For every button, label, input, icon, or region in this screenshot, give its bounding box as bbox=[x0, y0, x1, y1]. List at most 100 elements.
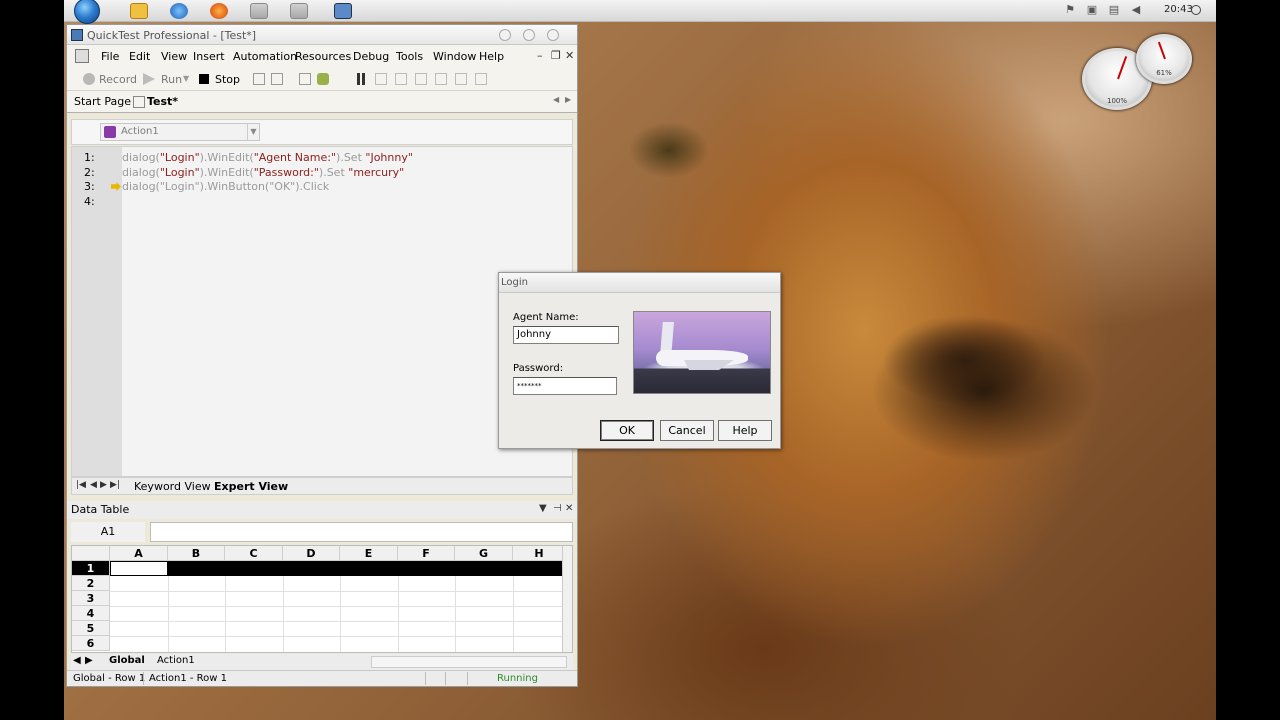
object-repository-icon[interactable] bbox=[317, 73, 329, 85]
row-header[interactable]: 5 bbox=[72, 621, 110, 636]
cancel-button[interactable]: Cancel bbox=[660, 420, 714, 441]
power-icon[interactable] bbox=[1191, 5, 1201, 15]
sheet-tab-global[interactable]: Global bbox=[109, 655, 145, 666]
cpu-needle bbox=[1117, 56, 1128, 80]
flag-tray-icon[interactable]: ⚑ bbox=[1064, 3, 1076, 17]
tab-prev-icon[interactable]: ◀ bbox=[553, 95, 559, 104]
menu-insert[interactable]: Insert bbox=[193, 50, 225, 63]
column-header[interactable]: H bbox=[513, 546, 566, 561]
stop-icon[interactable] bbox=[199, 74, 209, 84]
menu-window[interactable]: Window bbox=[433, 50, 476, 63]
code-line[interactable]: dialog("Login").WinEdit("Agent Name:").S… bbox=[122, 151, 413, 164]
pin-icon[interactable]: ⊣ bbox=[553, 503, 562, 514]
next-icon[interactable]: ▶ bbox=[100, 480, 107, 490]
breakpoint-icon[interactable] bbox=[435, 73, 447, 85]
record-button[interactable]: Record bbox=[99, 73, 137, 86]
menu-edit[interactable]: Edit bbox=[129, 50, 150, 63]
menu-icon[interactable] bbox=[75, 49, 89, 63]
code-line[interactable]: dialog("Login").WinButton("OK").Click bbox=[122, 180, 329, 193]
qtp-title-bar[interactable]: QuickTest Professional - [Test*] bbox=[67, 25, 577, 45]
network-app-icon[interactable] bbox=[334, 3, 352, 19]
menu-resources[interactable]: Resources bbox=[295, 50, 351, 63]
record-icon[interactable] bbox=[83, 73, 95, 85]
column-header[interactable]: B bbox=[168, 546, 225, 561]
mdi-minimize-icon[interactable]: – bbox=[537, 49, 543, 62]
explorer-icon[interactable] bbox=[130, 3, 148, 19]
dropdown-icon[interactable]: ▼ bbox=[539, 503, 547, 514]
column-header[interactable]: G bbox=[455, 546, 513, 561]
login-title-bar[interactable]: Login bbox=[499, 273, 780, 293]
data-grid[interactable]: A B C D E F G H 1 2 3 4 5 6 bbox=[71, 545, 573, 653]
maximize-button[interactable] bbox=[523, 29, 535, 41]
ram-meter-gadget[interactable]: 61% bbox=[1136, 34, 1192, 84]
column-header[interactable]: E bbox=[340, 546, 398, 561]
password-input[interactable]: ******* bbox=[513, 377, 617, 395]
active-cell[interactable] bbox=[110, 561, 168, 576]
sheet-nav-next-icon[interactable]: ▶ bbox=[85, 655, 93, 666]
action-combo[interactable]: Action1 ▼ bbox=[100, 123, 260, 141]
clear-breakpoints-icon[interactable] bbox=[455, 73, 467, 85]
column-header[interactable]: F bbox=[398, 546, 455, 561]
stop-button[interactable]: Stop bbox=[215, 73, 240, 86]
tab-expert-view[interactable]: Expert View bbox=[214, 480, 288, 493]
step-over-icon[interactable] bbox=[395, 73, 407, 85]
volume-tray-icon[interactable]: ◀ bbox=[1130, 3, 1142, 17]
menu-help[interactable]: Help bbox=[479, 50, 504, 63]
monitor-tray-icon[interactable]: ▤ bbox=[1108, 3, 1120, 17]
minimize-button[interactable] bbox=[499, 29, 511, 41]
network-tray-icon[interactable]: ▣ bbox=[1086, 3, 1098, 17]
menu-file[interactable]: File bbox=[101, 50, 119, 63]
run-icon[interactable] bbox=[143, 73, 155, 85]
last-icon[interactable]: ▶| bbox=[110, 480, 120, 490]
row-header[interactable]: 4 bbox=[72, 606, 110, 621]
prev-icon[interactable]: ◀ bbox=[90, 480, 97, 490]
spy-icon[interactable] bbox=[253, 73, 265, 85]
menu-debug[interactable]: Debug bbox=[353, 50, 389, 63]
chevron-down-icon[interactable]: ▼ bbox=[247, 124, 259, 140]
first-icon[interactable]: |◀ bbox=[76, 480, 86, 490]
help-button[interactable]: Help bbox=[718, 420, 772, 441]
step-out-icon[interactable] bbox=[415, 73, 427, 85]
tab-test[interactable]: Test* bbox=[147, 95, 178, 108]
sheet-tab-action1[interactable]: Action1 bbox=[157, 655, 195, 666]
column-header[interactable]: A bbox=[110, 546, 168, 561]
step-into-icon[interactable] bbox=[375, 73, 387, 85]
run-dropdown-icon[interactable]: ▼ bbox=[183, 74, 189, 83]
close-icon[interactable]: ✕ bbox=[565, 503, 573, 514]
qtp-taskbar-icon[interactable] bbox=[250, 3, 268, 19]
start-button[interactable] bbox=[74, 0, 100, 24]
clock[interactable]: 20:43 bbox=[1164, 4, 1193, 15]
pointer-icon[interactable] bbox=[271, 73, 283, 85]
sheet-nav-prev-icon[interactable]: ◀ bbox=[73, 655, 81, 666]
run-button[interactable]: Run bbox=[161, 73, 182, 86]
tab-start-page[interactable]: Start Page bbox=[74, 95, 131, 108]
column-header[interactable]: D bbox=[283, 546, 340, 561]
column-header[interactable]: C bbox=[225, 546, 283, 561]
tab-next-icon[interactable]: ▶ bbox=[565, 95, 571, 104]
horizontal-scrollbar[interactable] bbox=[371, 656, 567, 668]
menu-view[interactable]: View bbox=[161, 50, 187, 63]
mdi-close-icon[interactable]: ✕ bbox=[565, 49, 574, 62]
row-header[interactable]: 1 bbox=[72, 561, 110, 576]
close-button[interactable] bbox=[547, 29, 559, 41]
debug-viewer-icon[interactable] bbox=[475, 73, 487, 85]
ok-button[interactable]: OK bbox=[600, 420, 654, 441]
vertical-scrollbar[interactable] bbox=[562, 546, 572, 652]
cell-reference[interactable]: A1 bbox=[71, 522, 145, 542]
row-header[interactable]: 3 bbox=[72, 591, 110, 606]
mdi-restore-icon[interactable]: ❐ bbox=[551, 49, 561, 62]
agent-name-input[interactable]: Johnny bbox=[513, 326, 619, 344]
selected-row[interactable] bbox=[168, 561, 566, 576]
row-header[interactable]: 2 bbox=[72, 576, 110, 591]
checkpoint-icon[interactable] bbox=[299, 73, 311, 85]
flight-app-taskbar-icon[interactable] bbox=[290, 3, 308, 19]
firefox-icon[interactable] bbox=[210, 3, 228, 19]
menu-tools[interactable]: Tools bbox=[396, 50, 423, 63]
tab-keyword-view[interactable]: Keyword View bbox=[134, 480, 211, 493]
formula-input[interactable] bbox=[150, 522, 573, 542]
pause-icon[interactable] bbox=[357, 73, 365, 85]
menu-automation[interactable]: Automation bbox=[233, 50, 297, 63]
code-line[interactable]: dialog("Login").WinEdit("Password:").Set… bbox=[122, 166, 404, 179]
ie-icon[interactable] bbox=[170, 3, 188, 19]
row-header[interactable]: 6 bbox=[72, 636, 110, 651]
